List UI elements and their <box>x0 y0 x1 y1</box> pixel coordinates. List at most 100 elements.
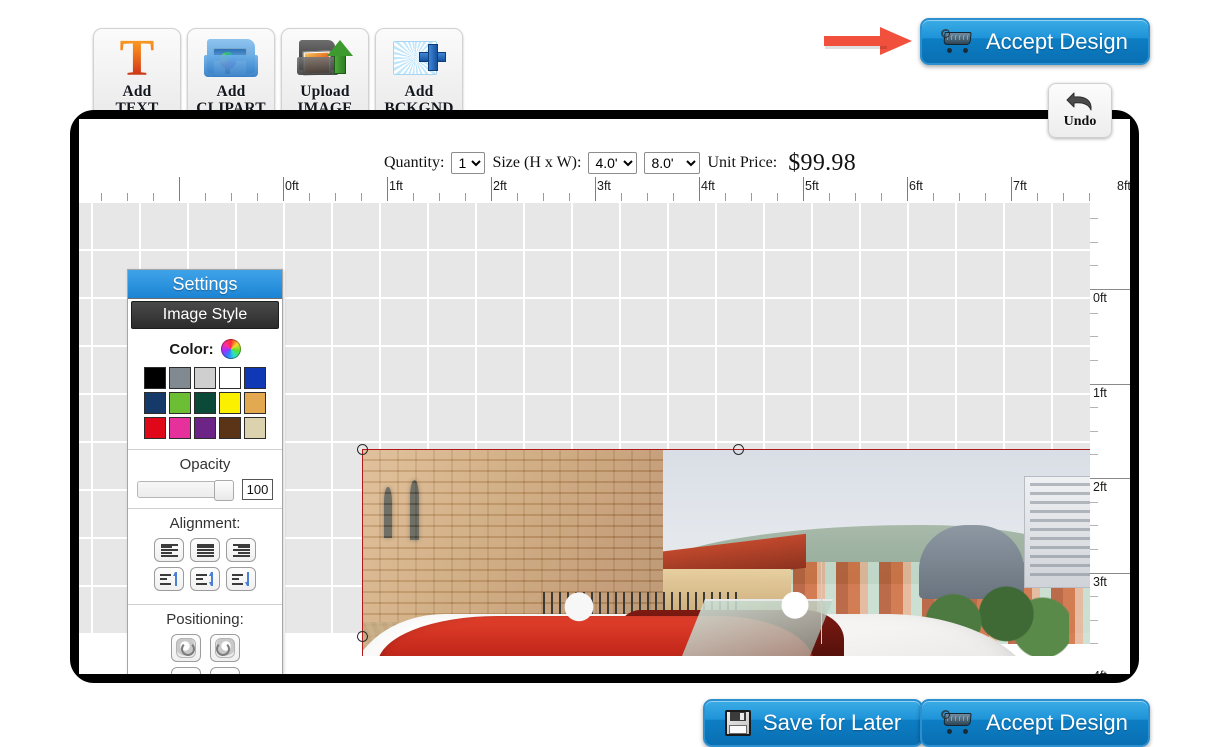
ruler-tick <box>933 193 934 201</box>
color-swatch-9[interactable] <box>244 392 266 414</box>
add-background-line1: Add <box>404 83 434 100</box>
ruler-tick <box>1090 501 1098 503</box>
resize-handle-nw[interactable] <box>357 444 368 455</box>
accept-design-label-top: Accept Design <box>986 28 1128 54</box>
color-swatch-1[interactable] <box>169 367 191 389</box>
ruler-tick <box>881 193 882 201</box>
accept-design-label-bottom: Accept Design <box>986 710 1128 735</box>
color-swatch-2[interactable] <box>194 367 216 389</box>
ruler-label-h-5ft: 5ft <box>805 179 819 193</box>
save-for-later-button[interactable]: Save for Later <box>703 699 924 747</box>
ruler-tick <box>1090 619 1098 621</box>
ruler-tick <box>413 193 414 201</box>
ruler-tick <box>1090 289 1130 290</box>
positioning-label: Positioning: <box>166 611 244 628</box>
ruler-tick <box>673 193 674 201</box>
ruler-tick <box>257 193 258 201</box>
resize-handle-n[interactable] <box>733 444 744 455</box>
placed-image[interactable] <box>362 449 1090 656</box>
ruler-tick <box>959 193 960 201</box>
ruler-tick <box>1090 596 1098 598</box>
alignment-section: Alignment: <box>128 508 282 604</box>
ruler-tick <box>465 193 466 201</box>
flip-vertical-icon[interactable] <box>209 667 240 674</box>
ruler-tick <box>855 193 856 201</box>
align-right-icon[interactable] <box>226 538 256 562</box>
ruler-tick <box>1090 572 1130 574</box>
opacity-slider[interactable] <box>137 480 234 501</box>
ruler-tick <box>1090 265 1098 267</box>
color-swatch-8[interactable] <box>219 392 241 414</box>
rotate-left-icon[interactable] <box>170 634 201 662</box>
color-swatch-10[interactable] <box>144 417 166 439</box>
color-swatch-13[interactable] <box>219 417 241 439</box>
color-swatch-11[interactable] <box>169 417 191 439</box>
vertical-ruler: 0ft 1ft 2ft 3ft 4ft <box>1090 201 1130 674</box>
size-height-select[interactable]: 2.0'3.0'4.0'5.0' <box>588 152 638 174</box>
horizontal-ruler: 0ft 1ft 2ft 3ft 4ft 5ft 6ft 7ft 8ft <box>79 177 1130 201</box>
add-clipart-line1: Add <box>216 83 246 100</box>
color-swatch-12[interactable] <box>194 417 216 439</box>
undo-arrow-icon <box>1066 92 1092 111</box>
ruler-tick <box>829 193 830 201</box>
color-swatch-4[interactable] <box>244 367 266 389</box>
add-background-icon <box>391 35 447 83</box>
tab-image-style[interactable]: Image Style <box>131 301 279 329</box>
rotate-right-icon[interactable] <box>209 634 240 662</box>
ruler-tick <box>309 193 310 201</box>
tab-settings[interactable]: Settings <box>128 270 282 299</box>
quantity-label: Quantity: <box>384 154 445 171</box>
ruler-tick <box>439 193 440 201</box>
ruler-tick <box>1090 478 1130 479</box>
ruler-tick <box>1090 336 1098 338</box>
ruler-tick <box>101 193 102 201</box>
color-row: Color: <box>128 339 282 359</box>
classic-car-photo <box>363 450 1090 656</box>
shopping-cart-icon <box>939 708 974 735</box>
ruler-tick <box>725 193 726 201</box>
color-swatch-0[interactable] <box>144 367 166 389</box>
ruler-tick <box>1090 454 1098 456</box>
flip-horizontal-icon[interactable] <box>170 667 201 674</box>
design-editor: Quantity: 12345 Size (H x W): 2.0'3.0'4.… <box>79 119 1130 674</box>
ruler-label-h-4ft: 4ft <box>701 179 715 193</box>
size-width-select[interactable]: 4.0'6.0'8.0'10.0' <box>644 152 701 174</box>
align-center-icon[interactable] <box>190 538 220 562</box>
ruler-label-h-3ft: 3ft <box>597 179 611 193</box>
color-swatch-14[interactable] <box>244 417 266 439</box>
undo-button[interactable]: Undo <box>1048 83 1112 138</box>
align-middle-icon[interactable] <box>190 567 220 591</box>
ruler-tick <box>543 193 544 201</box>
quantity-select[interactable]: 12345 <box>451 152 486 174</box>
color-swatch-7[interactable] <box>194 392 216 414</box>
accept-design-button-bottom[interactable]: Accept Design <box>920 699 1150 747</box>
text-icon: T <box>109 33 165 85</box>
ruler-tick <box>647 193 648 201</box>
undo-label: Undo <box>1063 114 1097 129</box>
color-swatch-6[interactable] <box>169 392 191 414</box>
align-bottom-icon[interactable] <box>226 567 256 591</box>
ruler-tick <box>751 193 752 201</box>
align-top-icon[interactable] <box>154 567 184 591</box>
color-swatch-3[interactable] <box>219 367 241 389</box>
settings-panel: Settings Image Style Color: Opacity 100 … <box>127 269 283 674</box>
upload-image-line1: Upload <box>300 83 350 100</box>
ruler-tick <box>231 193 232 201</box>
ruler-tick <box>179 177 180 201</box>
ruler-tick <box>1090 407 1098 409</box>
color-wheel-icon[interactable] <box>220 339 241 359</box>
ruler-label-h-2ft: 2ft <box>493 179 507 193</box>
accept-design-button-top[interactable]: Accept Design <box>920 18 1150 65</box>
ruler-label-h-6ft: 6ft <box>909 179 923 193</box>
ruler-label-v-1ft: 1ft <box>1093 385 1107 400</box>
ruler-label-v-0ft: 0ft <box>1093 291 1107 305</box>
color-swatch-5[interactable] <box>144 392 166 414</box>
opacity-slider-knob[interactable] <box>214 480 234 501</box>
unit-price-value: $99.98 <box>788 149 857 176</box>
ruler-tick <box>1089 193 1090 201</box>
opacity-value[interactable]: 100 <box>242 479 273 500</box>
resize-handle-w[interactable] <box>357 631 368 642</box>
ruler-tick <box>127 193 128 201</box>
clipart-icon <box>203 35 259 83</box>
align-left-icon[interactable] <box>154 538 184 562</box>
